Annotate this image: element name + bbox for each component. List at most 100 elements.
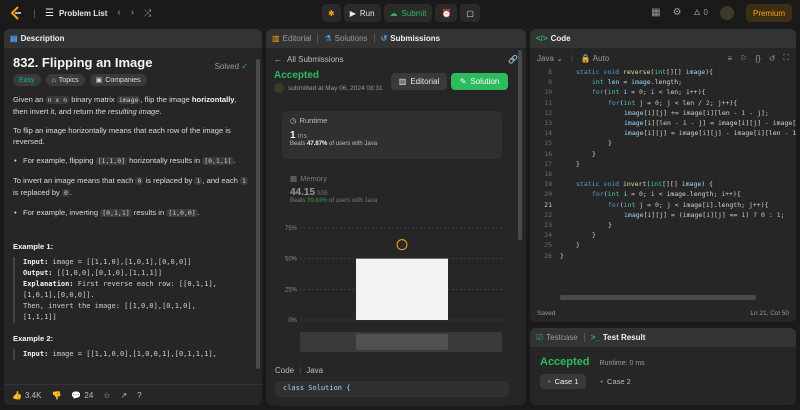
prev-problem-icon[interactable]: ‹ (117, 8, 120, 18)
document-icon: ▤ (10, 34, 18, 43)
leetcode-logo[interactable] (8, 5, 24, 21)
user-avatar-marker (396, 239, 408, 251)
tab-testcase[interactable]: ☑ Testcase (536, 333, 578, 342)
code-line: } (576, 241, 580, 250)
top-bar: ☰ Problem List ‹ › ⤮ ✱ ▶ Run ☁ Submit ⏰ ▢ … (0, 0, 800, 26)
streak[interactable]: 🜂 0 (694, 8, 708, 18)
submissions-scrollbar[interactable] (518, 50, 522, 240)
line-number: 22 (544, 210, 552, 219)
code-preview: class Solution { (275, 381, 509, 397)
code-line: for(int j = 0; j < image[i].length; j++)… (608, 200, 769, 209)
run-button[interactable]: ▶ Run (343, 4, 381, 22)
terminal-icon: >_ (590, 333, 600, 342)
distribution-bar[interactable] (356, 258, 448, 320)
invert-paragraph: To invert an image means that each 0 is … (13, 176, 248, 197)
cloud-upload-icon: ☁ (389, 8, 398, 18)
settings-gear-icon[interactable]: ⚙ (673, 8, 682, 18)
code-line: for(int i = 0; i < image.length; i++){ (592, 190, 741, 199)
line-number: 18 (544, 170, 552, 178)
format-icon[interactable]: ≡ (728, 54, 733, 63)
comments-button[interactable]: 💬 24 (71, 391, 93, 400)
y-tick-label: 75% (285, 226, 298, 232)
description-scrollbar[interactable] (256, 59, 260, 369)
like-button[interactable]: 👍 3.4K (12, 391, 41, 400)
flip-example-bullet: For example, flipping [1,1,0] horizontal… (13, 155, 253, 167)
topics-chip[interactable]: ⌂ Topics (45, 74, 85, 86)
submit-button[interactable]: ☁ Submit (383, 4, 433, 22)
fullscreen-icon[interactable]: ⛶ (783, 53, 789, 63)
example-2-block: Input: image = [[1,1,0,0],[1,0,0,1],[0,1… (13, 349, 253, 360)
example-1-block: Input: image = [[1,1,0],[1,0,1],[0,0,0]]… (13, 257, 253, 323)
help-icon[interactable]: ? (137, 391, 141, 400)
share-icon[interactable]: ↗ (120, 391, 127, 400)
tab-submissions[interactable]: ↺ Submissions (381, 34, 441, 43)
debug-button[interactable]: ✱ (322, 4, 341, 22)
premium-button[interactable]: Premium (745, 4, 792, 22)
editorial-button[interactable]: ▥ Editorial (391, 73, 447, 90)
link-icon[interactable]: 🔗 (508, 55, 518, 64)
back-to-submissions[interactable]: ← All Submissions (274, 55, 343, 64)
code-icon: </> (536, 34, 548, 43)
shuffle-icon[interactable]: ⤮ (144, 8, 151, 18)
bookmark-icon[interactable]: ⚐ (740, 54, 747, 63)
invert-example-bullet: For example, inverting [0,1,1] results i… (13, 207, 253, 219)
dislike-icon[interactable]: 👎 (51, 391, 61, 400)
code-line: static void invert(int[][] image) { (576, 180, 714, 189)
horizontal-scrollbar[interactable] (560, 295, 756, 300)
range-slider-handle[interactable] (356, 334, 448, 350)
line-number: 16 (544, 149, 552, 158)
description-footer: 👍 3.4K 👎 💬 24 ☆ ↗ ? (4, 384, 262, 405)
avatar[interactable] (719, 6, 734, 20)
code-area[interactable]: 8 static void reverse(int[][] image){9 int… (530, 67, 796, 293)
line-number: 15 (544, 139, 552, 148)
braces-icon[interactable]: {} (755, 54, 760, 63)
code-line: static void reverse(int[][] image){ (576, 68, 714, 76)
memory-card[interactable]: ▦ Memory 44.15 MB Beats 39.84% of users w… (282, 172, 502, 214)
test-runtime: Runtime: 0 ms (599, 360, 645, 367)
line-number: 26 (544, 251, 552, 260)
line-number: 8 (548, 68, 552, 76)
solution-button[interactable]: ✎ Solution (451, 73, 508, 90)
code-line: image[i][j] = (image[i][j] == 1) ? 0 : 1… (624, 210, 785, 219)
test-status: Accepted (540, 356, 590, 368)
next-problem-icon[interactable]: › (131, 8, 134, 18)
tab-description[interactable]: ▤ Description (10, 34, 65, 43)
tab-editorial[interactable]: ▥ Editorial (272, 34, 311, 43)
tab-code[interactable]: </> Code (536, 34, 571, 43)
problem-list-link[interactable]: ☰ Problem List (45, 8, 107, 19)
code-line: } (560, 251, 564, 260)
runtime-card[interactable]: ◷ Runtime 1 ms Beats 47.87% of users with… (282, 111, 502, 159)
line-number: 23 (544, 221, 552, 229)
line-number: 9 (548, 78, 552, 87)
line-number: 19 (544, 180, 552, 189)
case-1-tab[interactable]: • Case 1 (540, 374, 587, 389)
submission-tabs: ▥ Editorial ⚗ Solutions ↺ Submissions (266, 29, 526, 48)
history-icon: ↺ (380, 34, 388, 43)
code-line: } (592, 149, 596, 158)
line-number: 20 (544, 190, 552, 199)
reset-icon[interactable]: ↺ (769, 54, 776, 63)
intro-paragraph: Given an n x n binary matrix image, flip… (13, 95, 237, 116)
language-select[interactable]: Java ⌄ (537, 54, 563, 63)
auto-complete-toggle[interactable]: 🔒 Auto (581, 54, 609, 63)
submissions-header: ← All Submissions 🔗 (266, 52, 526, 66)
code-line: image[i][j] += image[i][len - 1 - j]; (624, 108, 769, 117)
companies-chip[interactable]: ▣ Companies (89, 74, 147, 86)
editor-tabs: </> Code (530, 29, 796, 48)
star-icon[interactable]: ☆ (103, 391, 110, 400)
code-line: image[i][len - 1 - j] = image[i][j] - im… (624, 119, 796, 127)
line-number: 13 (544, 119, 552, 127)
lock-icon: ▣ (95, 76, 103, 84)
timer-button[interactable]: ⏰ (435, 4, 458, 22)
case-2-tab[interactable]: • Case 2 (592, 374, 638, 389)
code-line: } (576, 159, 580, 168)
layout-icon[interactable]: ▦ (651, 8, 660, 18)
arrow-left-icon: ← (274, 54, 282, 64)
description-tabs: ▤ Description (4, 29, 262, 48)
notes-button[interactable]: ▢ (460, 4, 480, 22)
tab-test-result[interactable]: >_ Test Result (591, 333, 646, 342)
example-2-heading: Example 2: (13, 334, 54, 343)
tab-solutions[interactable]: ⚗ Solutions (324, 34, 367, 43)
y-tick-label: 25% (285, 287, 298, 293)
line-number: 10 (544, 88, 552, 97)
